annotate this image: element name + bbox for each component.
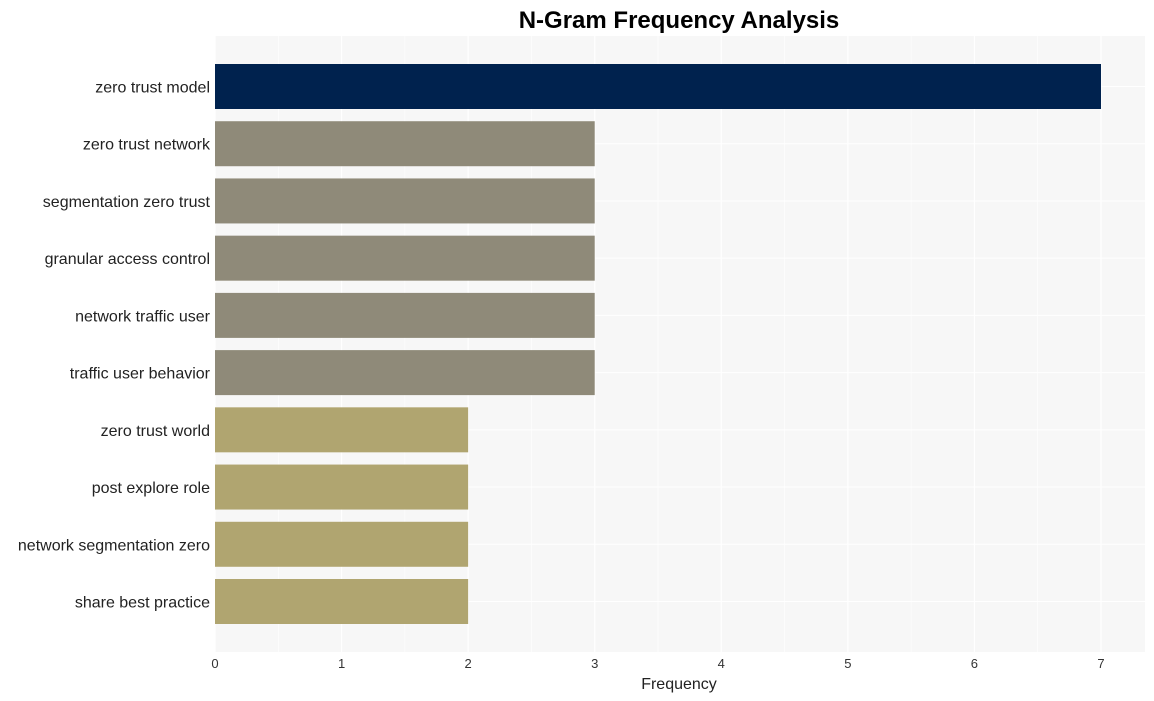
y-tick-label: granular access control [45, 251, 210, 268]
chart: N-Gram Frequency Analysis zero trust mod… [18, 7, 1145, 693]
y-tick-label: share best practice [75, 595, 210, 612]
x-tick-label: 0 [211, 656, 218, 671]
bar-zero-trust-model [215, 64, 1101, 109]
chart-title: N-Gram Frequency Analysis [519, 7, 840, 34]
x-tick-label: 7 [1097, 656, 1104, 671]
x-tick-label: 3 [591, 656, 598, 671]
bar-share-best-practice [215, 579, 469, 624]
x-tick-label: 4 [718, 656, 725, 671]
y-tick-label: zero trust model [95, 80, 210, 97]
x-tick-label: 6 [971, 656, 978, 671]
x-tick-label: 2 [465, 656, 472, 671]
bar-network-traffic-user [215, 292, 595, 338]
x-tick-label: 1 [338, 656, 345, 671]
x-tick-label: 5 [844, 656, 851, 671]
y-tick-label: post explore role [92, 480, 210, 497]
bar-network-segmentation-zero [215, 521, 469, 567]
bar-traffic-user-behavior [215, 350, 595, 396]
y-tick-label: zero trust world [101, 423, 210, 440]
x-axis-label: Frequency [641, 676, 717, 693]
x-axis-ticks: 0 1 2 3 4 5 6 7 [211, 656, 1104, 671]
bar-segmentation-zero-trust [215, 178, 595, 224]
y-tick-label: traffic user behavior [70, 366, 211, 383]
y-tick-label: network traffic user [75, 308, 211, 325]
y-tick-label: network segmentation zero [18, 537, 210, 554]
bar-post-explore-role [215, 464, 469, 510]
y-tick-label: segmentation zero trust [43, 194, 211, 211]
y-axis-labels: zero trust model zero trust network segmen… [18, 80, 211, 612]
y-tick-label: zero trust network [83, 137, 211, 154]
bar-granular-access-control [215, 235, 595, 281]
bar-zero-trust-network [215, 121, 595, 167]
bar-zero-trust-world [215, 407, 469, 453]
